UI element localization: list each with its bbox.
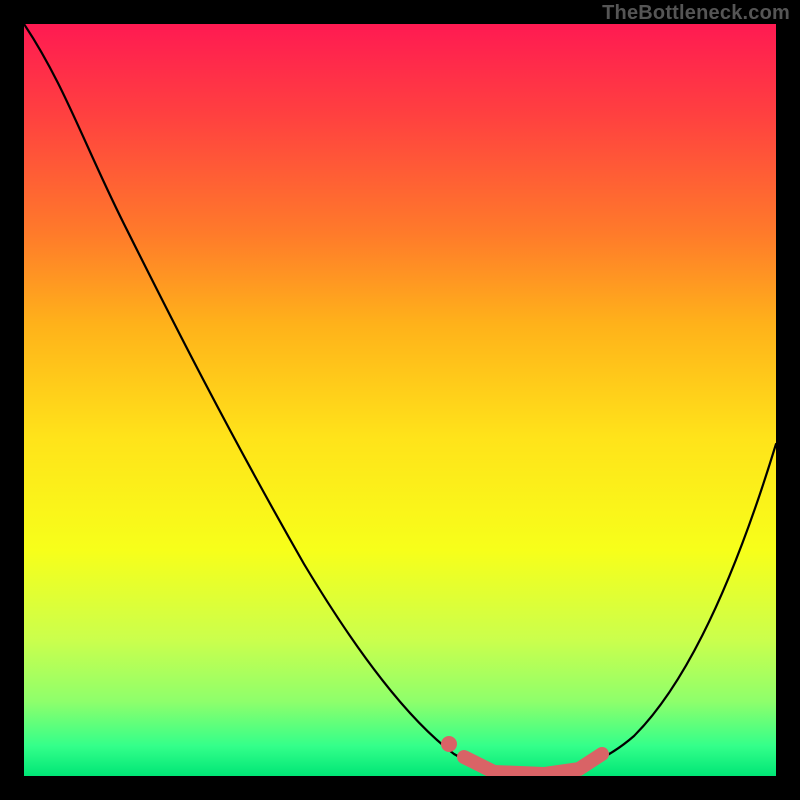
optimal-point-dot (441, 736, 457, 752)
optimal-range-marker (464, 754, 602, 774)
plot-area (24, 24, 776, 776)
curve-svg (24, 24, 776, 776)
bottleneck-curve (24, 24, 776, 774)
chart-container: TheBottleneck.com (0, 0, 800, 800)
watermark-text: TheBottleneck.com (602, 2, 790, 25)
